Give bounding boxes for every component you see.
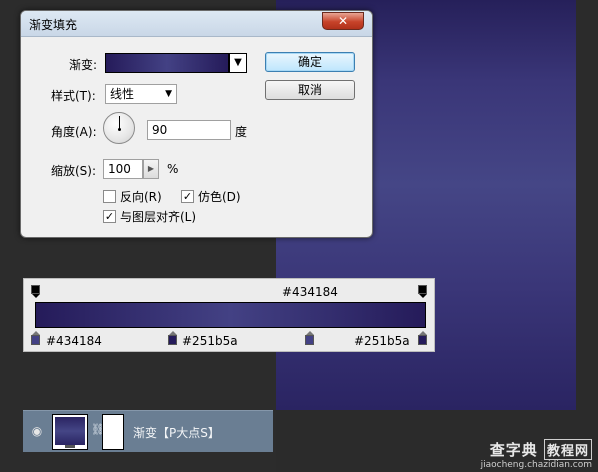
color-stop-right[interactable] xyxy=(418,331,428,347)
watermark-text-a: 查字典 xyxy=(489,441,538,459)
layer-mask-thumbnail[interactable] xyxy=(102,414,124,450)
style-select-value: 线性 xyxy=(110,87,135,101)
angle-unit: 度 xyxy=(235,125,248,139)
layer-row[interactable]: ◉ ⛓ 渐变【P大点S】 xyxy=(23,410,273,452)
scale-input[interactable]: 100 xyxy=(103,159,143,179)
eye-icon[interactable]: ◉ xyxy=(29,424,45,438)
scale-unit: % xyxy=(167,162,179,176)
gradient-label: 渐变: xyxy=(69,58,98,72)
angle-label: 角度(A): xyxy=(51,125,97,139)
style-label: 样式(T): xyxy=(51,89,96,103)
close-button[interactable]: ✕ xyxy=(322,12,364,30)
align-with-layer-checkbox[interactable]: ✓ xyxy=(103,210,116,223)
angle-dial[interactable] xyxy=(103,112,135,144)
reverse-label: 反向(R) xyxy=(120,190,162,204)
align-with-layer-label: 与图层对齐(L) xyxy=(120,210,197,224)
gradient-fill-dialog: 渐变填充 ✕ 渐变: ▼ 样式(T): 线性 ▼ 角度(A): 90 度 缩放(… xyxy=(20,10,373,238)
gradient-bar[interactable] xyxy=(35,302,426,328)
color-stop-middle-left[interactable] xyxy=(168,331,178,347)
scale-label: 缩放(S): xyxy=(51,164,97,178)
color-stop-left-label: #434184 xyxy=(46,334,102,348)
ok-button[interactable]: 确定 xyxy=(265,52,355,72)
chevron-down-icon: ▼ xyxy=(165,89,172,99)
angle-hub xyxy=(118,128,121,131)
layer-name[interactable]: 渐变【P大点S】 xyxy=(133,424,220,441)
color-stop-left[interactable] xyxy=(31,331,41,347)
align-with-layer-option[interactable]: ✓ 与图层对齐(L) xyxy=(103,208,196,225)
reverse-option[interactable]: 反向(R) xyxy=(103,188,162,205)
gradient-editor: #434184 #434184 #251b5a #251b5a xyxy=(23,278,435,352)
watermark-text-b: 教程网 xyxy=(543,439,592,460)
watermark-url: jiaocheng.chazidian.com xyxy=(480,460,592,470)
gradient-picker[interactable] xyxy=(105,53,229,73)
opacity-stop-left[interactable] xyxy=(31,285,41,299)
watermark: 查字典 教程网 jiaocheng.chazidian.com xyxy=(481,439,592,470)
gradient-dropdown-arrow[interactable]: ▼ xyxy=(229,53,247,73)
reverse-checkbox[interactable] xyxy=(103,190,116,203)
angle-input[interactable]: 90 xyxy=(147,120,231,140)
color-stop-middle-label: #251b5a xyxy=(182,334,238,348)
midpoint-color-label: #434184 xyxy=(282,285,338,299)
color-stop-right-label: #251b5a xyxy=(354,334,410,348)
layer-thumbnail[interactable] xyxy=(52,414,88,450)
style-select[interactable]: 线性 ▼ xyxy=(105,84,177,104)
dither-option[interactable]: ✓ 仿色(D) xyxy=(181,188,241,205)
dither-checkbox[interactable]: ✓ xyxy=(181,190,194,203)
dialog-title: 渐变填充 xyxy=(29,18,78,32)
cancel-button[interactable]: 取消 xyxy=(265,80,355,100)
opacity-stop-right[interactable] xyxy=(418,285,428,299)
dither-label: 仿色(D) xyxy=(198,190,241,204)
dialog-titlebar[interactable]: 渐变填充 ✕ xyxy=(21,11,372,37)
scale-stepper-arrow[interactable]: ▶ xyxy=(143,159,159,179)
color-stop-middle-right[interactable] xyxy=(305,331,315,347)
